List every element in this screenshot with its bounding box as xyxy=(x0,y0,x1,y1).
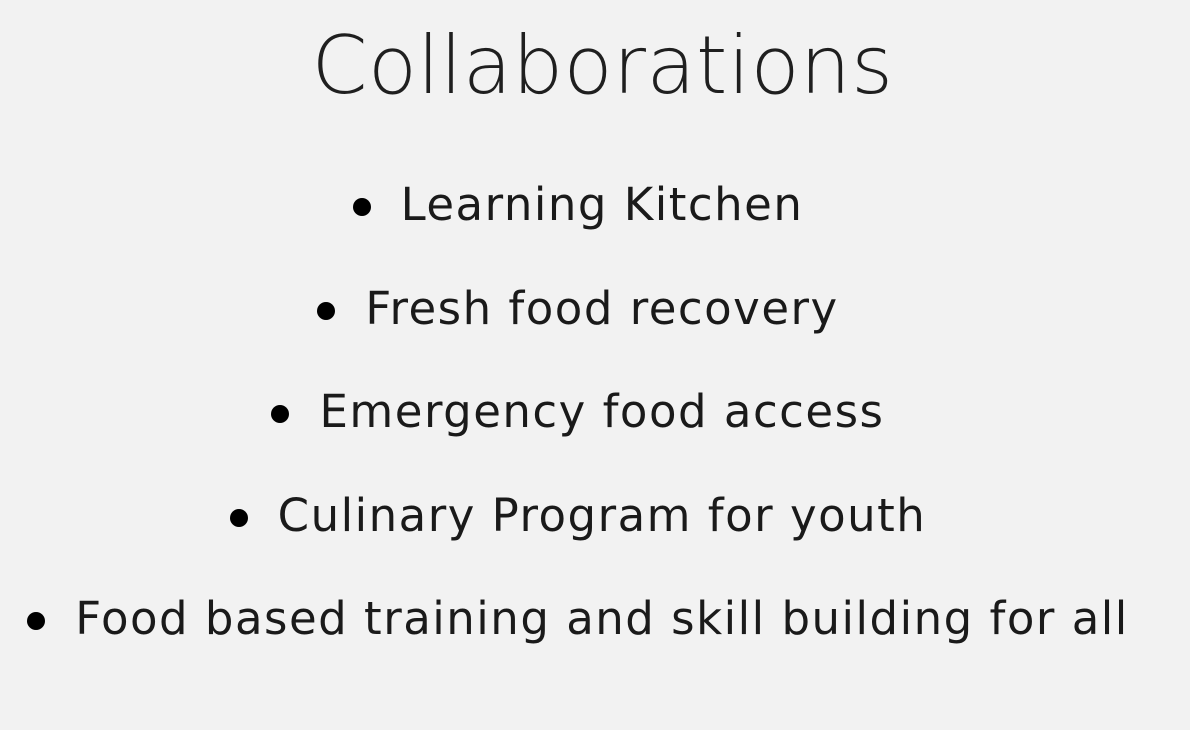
list-item-text: Fresh food recovery xyxy=(365,281,839,335)
bullet-dot-icon xyxy=(229,508,248,527)
bullet-dot-icon xyxy=(317,301,336,320)
slide: Collaborations Learning Kitchen Fresh fo… xyxy=(0,0,1190,730)
bullet-list: Learning Kitchen Fresh food recovery Eme… xyxy=(0,175,1156,693)
list-item-text: Culinary Program for youth xyxy=(277,488,927,542)
list-item: Culinary Program for youth xyxy=(0,486,1156,590)
list-item-text: Emergency food access xyxy=(319,385,885,438)
list-item: Emergency food access xyxy=(0,382,1156,486)
bullet-dot-icon xyxy=(352,198,371,216)
bullet-dot-icon xyxy=(271,405,290,423)
list-item-text: Learning Kitchen xyxy=(400,178,804,231)
list-item: Food based training and skill building f… xyxy=(0,589,1156,693)
list-item: Fresh food recovery xyxy=(0,279,1156,383)
list-item-text: Food based training and skill building f… xyxy=(75,592,1129,645)
list-item: Learning Kitchen xyxy=(0,175,1156,279)
slide-title: Collaborations xyxy=(311,19,894,112)
bullet-dot-icon xyxy=(27,612,46,630)
